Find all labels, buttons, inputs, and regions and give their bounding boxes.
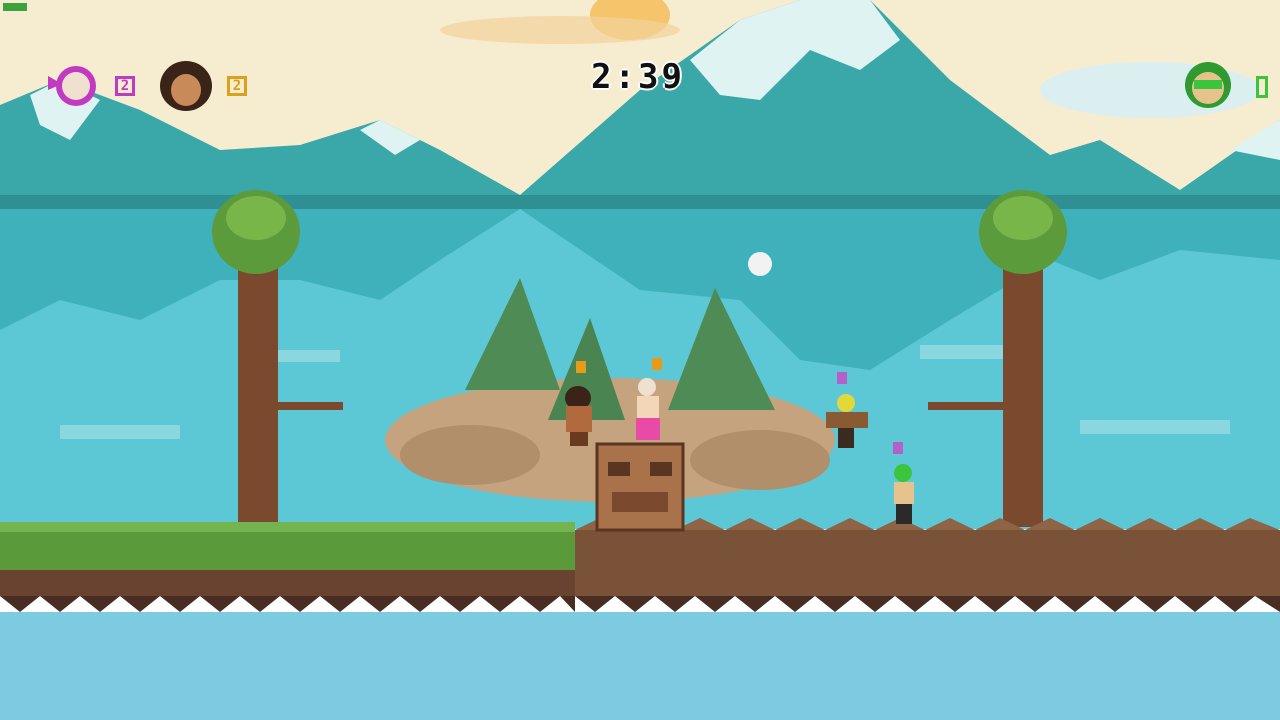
player1-score: 2 [120,78,130,94]
totem-mouth [612,492,668,512]
tree-leaves-left [226,196,286,240]
totem-eye [650,462,672,476]
water-ripple [1080,420,1230,434]
game-stage: 2 2 2:39 0 [0,0,1280,720]
green-wrestler-portrait-icon [1185,62,1231,108]
player-marker [652,358,662,370]
cloud [440,16,680,44]
pink-wrestler-portrait-icon [48,66,96,106]
tree-branch-right [928,402,1008,410]
player2-portrait [158,60,214,112]
rock-platform [575,530,1280,596]
player1-portrait [48,62,98,110]
dirt-underside [0,570,575,596]
player2-score: 2 [232,78,242,94]
water-ripple [60,425,180,439]
player-marker [837,372,847,384]
caveman-portrait-icon [160,61,212,111]
grass-top [0,522,575,532]
water-foreground [0,612,1280,720]
tree-trunk-right [1003,265,1043,527]
tiki-totem-block [595,442,685,532]
corner-indicator [3,3,27,11]
player3-portrait [1180,58,1234,110]
totem-eye [608,462,630,476]
tree-leaves-right [993,196,1053,240]
dirt-spikes [0,596,575,612]
player-marker [893,442,903,454]
player-marker [576,361,586,373]
tree-branch-left [268,402,343,410]
horizon [0,195,1280,209]
match-timer: 2:39 [591,57,685,97]
island-rock [690,430,830,490]
moon [748,252,772,276]
rock-spikes [575,596,1280,612]
tree-trunk-left [238,265,278,525]
island-rock [400,425,540,485]
